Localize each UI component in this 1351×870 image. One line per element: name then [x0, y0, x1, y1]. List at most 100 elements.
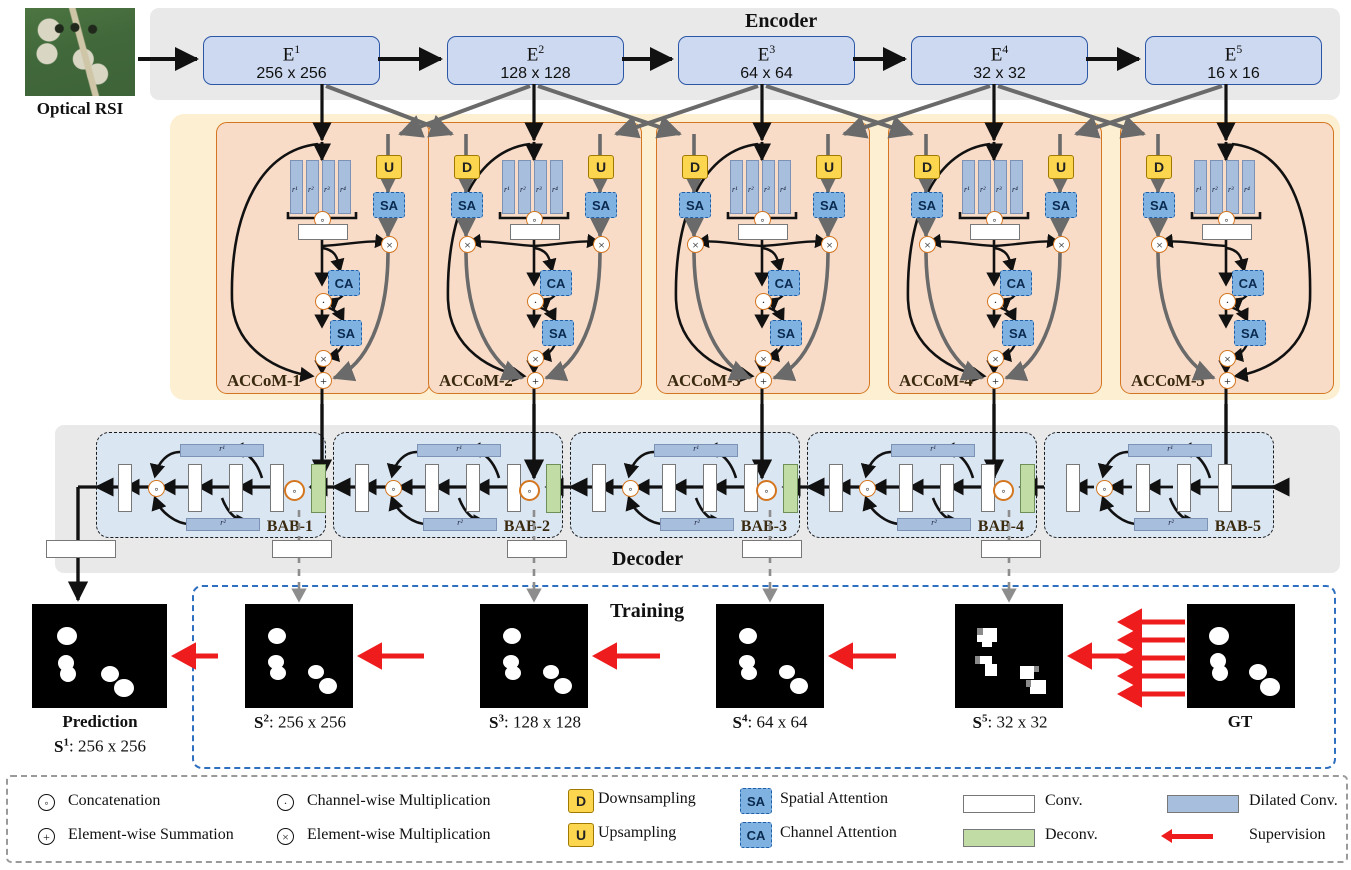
saliency-map-s5	[955, 604, 1063, 708]
bab-1-conv-bar-1	[118, 464, 132, 512]
prediction-conv-bar	[46, 540, 116, 558]
accom-3-spatial-attention[interactable]: SA	[770, 320, 802, 346]
accom-3-down-spatial-attention[interactable]: SA	[679, 192, 711, 218]
accom-5-channel-attention[interactable]: CA	[1232, 270, 1264, 296]
saliency-map-s2	[245, 604, 353, 708]
dilated-conv-bar-3: r³	[534, 160, 547, 214]
accom-1-branch-spatial-attention[interactable]: SA	[373, 192, 405, 218]
accom-4-spatial-attention[interactable]: SA	[1002, 320, 1034, 346]
encoder-block-5[interactable]: E5 16 x 16	[1145, 36, 1322, 85]
saliency-map-s2-label: S2: 256 x 256	[254, 712, 346, 732]
accom-2-up-mult-icon: ×	[593, 236, 610, 253]
accom-1-branch-mult-icon: ×	[381, 236, 398, 253]
accom-module-5-label: ACCoM-5	[1131, 371, 1205, 390]
bab-2-dilated-conv-r2: r²	[423, 518, 497, 531]
accom-2-elementwise-mult-icon: ×	[527, 350, 544, 367]
decoder-concat-3: ◦	[756, 480, 777, 501]
optical-rsi-label: Optical RSI	[36, 99, 124, 118]
bab-3-dilated-conv-r2: r²	[660, 518, 734, 531]
accom-3-elementwise-mult-icon: ×	[755, 350, 772, 367]
accom-4-down-spatial-attention[interactable]: SA	[911, 192, 943, 218]
accom-3-channel-attention[interactable]: CA	[768, 270, 800, 296]
deconv-bar-2	[546, 464, 561, 513]
dilated-conv-bar-1: r¹	[1194, 160, 1207, 214]
bab-3-conv-bar-2	[662, 464, 676, 512]
dilated-conv-bar-4: r⁴	[778, 160, 791, 214]
accom-3-channel-mult-icon: ·	[755, 293, 772, 310]
accom-1-spatial-attention[interactable]: SA	[330, 320, 362, 346]
accom-2-down-spatial-attention[interactable]: SA	[451, 192, 483, 218]
encoder-block-5-name: E5	[1224, 42, 1243, 66]
downsample-icon: D	[568, 789, 594, 813]
accom-2-up-spatial-attention[interactable]: SA	[585, 192, 617, 218]
spatial-attention-icon: SA	[740, 788, 772, 814]
side-output-conv-4	[981, 540, 1041, 558]
optical-rsi-image	[25, 8, 135, 96]
accom-module-3-label: ACCoM-3	[667, 371, 741, 390]
sum-circle-icon: +	[38, 828, 55, 845]
accom-4-up-spatial-attention[interactable]: SA	[1045, 192, 1077, 218]
dilated-conv-bar-4: r⁴	[1242, 160, 1255, 214]
encoder-block-3[interactable]: E3 64 x 64	[678, 36, 855, 85]
accom-3-sum-icon: +	[755, 372, 772, 389]
encoder-block-4-name: E4	[990, 42, 1009, 66]
side-output-conv-2	[507, 540, 567, 558]
dilated-conv-bar-4: r⁴	[550, 160, 563, 214]
accom-1-channel-attention[interactable]: CA	[328, 270, 360, 296]
accom-1-upsample-icon[interactable]: U	[376, 155, 402, 179]
accom-4-channel-mult-icon: ·	[987, 293, 1004, 310]
accom-2-channel-attention[interactable]: CA	[540, 270, 572, 296]
saliency-map-s4-label: S4: 64 x 64	[732, 712, 808, 732]
dilated-conv-bar-1: r¹	[730, 160, 743, 214]
decoder-title: Decoder	[612, 548, 684, 570]
decoder-concat-4: ◦	[993, 480, 1014, 501]
encoder-block-3-name: E3	[757, 42, 776, 66]
accom-3-downsample-icon[interactable]: D	[682, 155, 708, 179]
encoder-block-4[interactable]: E4 32 x 32	[911, 36, 1088, 85]
encoder-block-2[interactable]: E2 128 x 128	[447, 36, 624, 85]
bab-4-conv-bar-3	[940, 464, 954, 512]
bab-5-conv-bar-3	[1177, 464, 1191, 512]
accom-3-upsample-icon[interactable]: U	[816, 155, 842, 179]
bab-3-conv-bar-3	[703, 464, 717, 512]
bab-4-conv-bar-1	[829, 464, 843, 512]
accom-5-spatial-attention[interactable]: SA	[1234, 320, 1266, 346]
accom-5-down-mult-icon: ×	[1151, 236, 1168, 253]
encoder-block-3-size: 64 x 64	[740, 65, 793, 83]
encoder-block-2-name: E2	[526, 42, 545, 66]
accom-4-down-mult-icon: ×	[919, 236, 936, 253]
saliency-map-s3	[480, 604, 588, 708]
accom-4-upsample-icon[interactable]: U	[1048, 155, 1074, 179]
bab-3-conv-bar-1	[592, 464, 606, 512]
accom-1-elementwise-mult-icon: ×	[315, 350, 332, 367]
legend-band	[6, 775, 1348, 863]
dilated-conv-bar-3: r³	[322, 160, 335, 214]
channel-attention-icon: CA	[740, 822, 772, 848]
accom-5-downsample-icon[interactable]: D	[1146, 155, 1172, 179]
dilated-conv-bar-1: r¹	[502, 160, 515, 214]
accom-2-spatial-attention[interactable]: SA	[542, 320, 574, 346]
supervision-arrow-icon	[1169, 834, 1213, 839]
encoder-block-1-name: E1	[282, 42, 301, 66]
dilated-conv-bar-2: r²	[518, 160, 531, 214]
accom-5-down-spatial-attention[interactable]: SA	[1143, 192, 1175, 218]
accom-4-downsample-icon[interactable]: D	[914, 155, 940, 179]
bab-4-conv-bar-2	[899, 464, 913, 512]
saliency-map-s4	[716, 604, 824, 708]
conv-bar-icon	[963, 795, 1035, 813]
accom-2-sum-icon: +	[527, 372, 544, 389]
dilated-conv-bar-1: r¹	[290, 160, 303, 214]
bab-block-2-label: BAB-2	[503, 518, 550, 535]
decoder-concat-2: ◦	[519, 480, 540, 501]
bab-2-conv-bar-3	[466, 464, 480, 512]
dilated-conv-bar-4: r⁴	[338, 160, 351, 214]
bab-5-dilated-conv-r1: r¹	[1128, 444, 1212, 457]
encoder-block-1[interactable]: E1 256 x 256	[203, 36, 380, 85]
accom-2-downsample-icon[interactable]: D	[454, 155, 480, 179]
accom-3-up-spatial-attention[interactable]: SA	[813, 192, 845, 218]
prediction-map	[32, 604, 167, 708]
accom-3-conv-bar	[738, 224, 788, 240]
bab-5-dilated-conv-r2: r²	[1134, 518, 1208, 531]
accom-2-upsample-icon[interactable]: U	[588, 155, 614, 179]
accom-4-channel-attention[interactable]: CA	[1000, 270, 1032, 296]
